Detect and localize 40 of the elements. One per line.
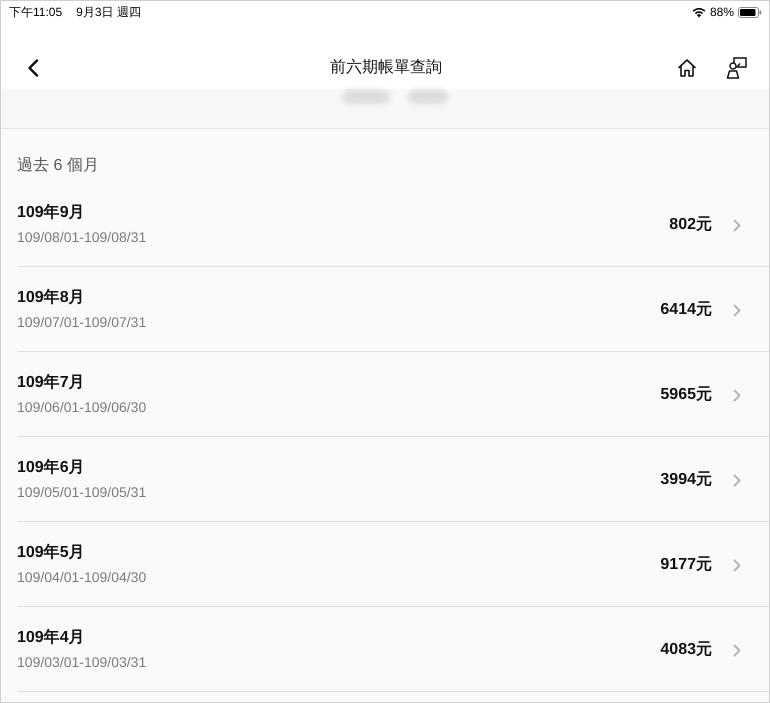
status-time: 下午11:05 <box>9 4 62 21</box>
chevron-right-icon <box>733 218 741 232</box>
bill-amount: 4083元 <box>660 640 712 660</box>
chevron-right-icon <box>733 388 741 402</box>
bill-month: 109年6月 <box>17 458 86 478</box>
battery-icon <box>738 6 762 18</box>
bill-period: 109/03/01-109/03/31 <box>17 653 146 671</box>
bill-period: 109/08/01-109/08/31 <box>17 228 146 246</box>
bill-row[interactable]: 109年5月 109/04/01-109/04/30 9177元 <box>17 522 769 607</box>
bill-row[interactable]: 109年9月 109/08/01-109/08/31 802元 <box>17 182 769 267</box>
section-header: 過去 6 個月 <box>17 157 99 174</box>
bill-row[interactable]: 109年4月 109/03/01-109/03/31 4083元 <box>17 607 769 692</box>
bill-month: 109年5月 <box>17 542 86 563</box>
bill-row[interactable]: 109年7月 109/06/01-109/06/30 5965元 <box>17 352 769 437</box>
bill-row[interactable]: 109年8月 109/07/01-109/07/31 6414元 <box>17 267 769 352</box>
chevron-right-icon <box>733 558 741 572</box>
bill-amount: 9177元 <box>660 555 712 575</box>
bill-amount: 802元 <box>669 215 712 235</box>
bill-amount: 3994元 <box>660 470 712 490</box>
bill-period: 109/07/01-109/07/31 <box>17 313 146 331</box>
bill-period: 109/04/01-109/04/30 <box>17 568 146 586</box>
home-icon[interactable] <box>677 58 697 78</box>
bill-month: 109年4月 <box>17 628 86 648</box>
bill-month: 109年9月 <box>17 202 86 223</box>
bill-month: 109年7月 <box>17 372 86 393</box>
chevron-right-icon <box>733 474 741 486</box>
battery-percentage: 88% <box>710 4 734 21</box>
wifi-icon <box>692 6 706 18</box>
bill-period: 109/05/01-109/05/31 <box>17 483 146 501</box>
bill-amount: 5965元 <box>660 385 712 405</box>
customer-service-icon[interactable] <box>725 57 747 79</box>
chevron-right-icon <box>733 644 741 656</box>
chevron-right-icon <box>733 304 741 316</box>
bill-amount: 6414元 <box>660 300 712 320</box>
bill-row[interactable]: 109年6月 109/05/01-109/05/31 3994元 <box>17 437 769 522</box>
bill-month: 109年8月 <box>17 288 86 308</box>
bill-period: 109/06/01-109/06/30 <box>17 398 146 416</box>
status-date: 9月3日 週四 <box>76 4 141 21</box>
back-chevron-icon <box>27 59 39 77</box>
page-title: 前六期帳單查詢 <box>330 58 442 78</box>
